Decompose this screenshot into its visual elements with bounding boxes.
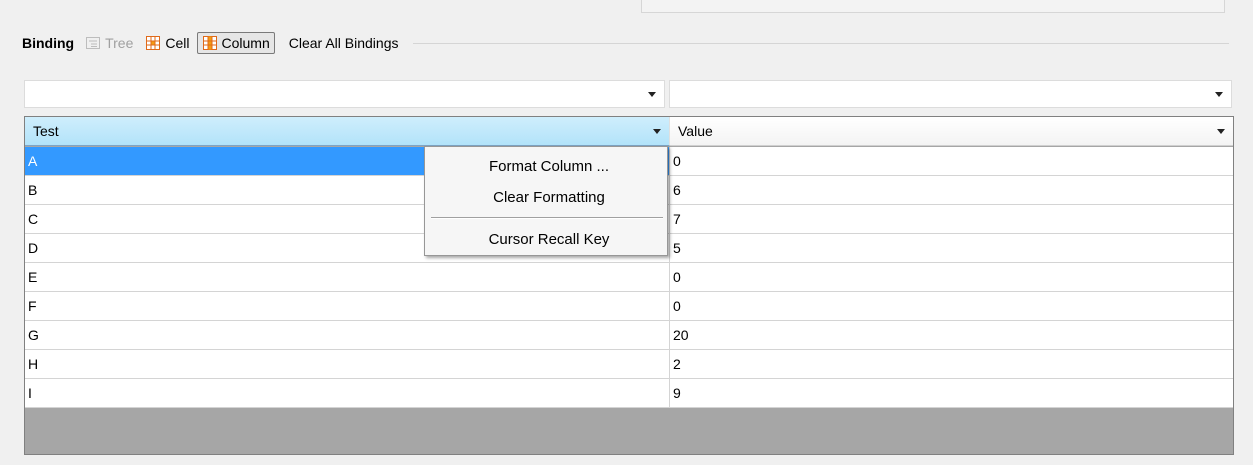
table-row[interactable]: G 20 bbox=[25, 321, 1233, 350]
cell-value[interactable]: 0 bbox=[670, 263, 1233, 292]
table-row[interactable]: I9 bbox=[25, 379, 1233, 408]
tree-binding-button[interactable]: Tree bbox=[80, 32, 138, 54]
chevron-down-icon bbox=[648, 92, 656, 97]
column-grid-icon bbox=[202, 35, 218, 51]
cell-value[interactable]: 0 bbox=[670, 147, 1233, 176]
tree-label: Tree bbox=[105, 35, 134, 51]
cell-value[interactable]: 7 bbox=[670, 205, 1233, 234]
table-row[interactable]: F0 bbox=[25, 292, 1233, 321]
cell-test[interactable]: G bbox=[25, 321, 670, 350]
binding-title: Binding bbox=[22, 35, 75, 51]
cell-test[interactable]: H bbox=[25, 350, 670, 379]
cell-value[interactable]: 5 bbox=[670, 234, 1233, 263]
context-menu: Format Column ... Clear Formatting Curso… bbox=[424, 146, 668, 256]
column-header-value[interactable]: Value bbox=[670, 117, 1233, 146]
value-filter-combo[interactable] bbox=[669, 80, 1232, 108]
menu-separator bbox=[431, 217, 663, 219]
test-filter-combo[interactable] bbox=[24, 80, 665, 108]
cell-value[interactable]: 9 bbox=[670, 379, 1233, 408]
menu-item-clear-formatting[interactable]: Clear Formatting bbox=[425, 189, 667, 206]
column-label: Column bbox=[221, 35, 270, 51]
column-header-label: Value bbox=[678, 123, 713, 139]
menu-item-format-column[interactable]: Format Column ... bbox=[425, 158, 667, 175]
cell-value[interactable]: 0 bbox=[670, 292, 1233, 321]
separator-line bbox=[412, 42, 1229, 44]
top-field bbox=[641, 0, 1225, 13]
cell-value[interactable]: 6 bbox=[670, 176, 1233, 205]
cell-grid-icon bbox=[145, 35, 161, 51]
chevron-down-icon[interactable] bbox=[1217, 129, 1225, 134]
column-header-test[interactable]: Test bbox=[25, 117, 670, 146]
clear-all-bindings-link[interactable]: Clear All Bindings bbox=[289, 35, 399, 51]
cell-value[interactable]: 2 bbox=[670, 350, 1233, 379]
cell-test[interactable]: E bbox=[25, 263, 670, 292]
cell-binding-button[interactable]: Cell bbox=[140, 32, 194, 54]
cell-test[interactable]: I bbox=[25, 379, 670, 408]
column-header-label: Test bbox=[33, 123, 59, 139]
cell-label: Cell bbox=[165, 35, 190, 51]
cell-test[interactable]: F bbox=[25, 292, 670, 321]
column-binding-button[interactable]: Column bbox=[196, 32, 275, 54]
menu-item-cursor-recall-key[interactable]: Cursor Recall Key bbox=[425, 231, 667, 248]
cell-value[interactable]: 20 bbox=[670, 321, 1233, 350]
chevron-down-icon[interactable] bbox=[653, 129, 661, 134]
binding-toolbar: Binding Tree Cell Column Clear All Bindi… bbox=[22, 31, 1229, 55]
table-row[interactable]: H2 bbox=[25, 350, 1233, 379]
tree-icon bbox=[85, 35, 101, 51]
table-row[interactable]: E0 bbox=[25, 263, 1233, 292]
chevron-down-icon bbox=[1215, 92, 1223, 97]
